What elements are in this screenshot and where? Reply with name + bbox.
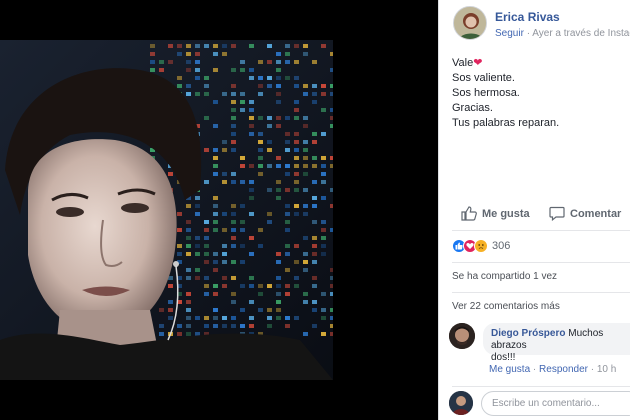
comment-bubble-icon xyxy=(549,206,565,221)
comment-time[interactable]: 10 h xyxy=(597,364,616,375)
media-viewer xyxy=(0,0,438,420)
post-text: Vale❤ Sos valiente. Sos hermosa. Gracias… xyxy=(452,56,624,131)
meta-separator: · xyxy=(532,364,537,375)
comment-bubble: Diego Próspero Muchos abrazos dos!!! xyxy=(483,323,630,363)
comment-button[interactable]: Comentar xyxy=(549,206,621,221)
divider xyxy=(452,230,630,231)
author-avatar[interactable] xyxy=(453,6,487,40)
heart-emoji-icon: ❤ xyxy=(473,57,483,69)
reaction-count: 306 xyxy=(492,240,511,252)
divider xyxy=(452,386,630,387)
post-actions: Me gusta Comentar xyxy=(439,200,630,228)
follow-link[interactable]: Seguir xyxy=(495,28,524,39)
comment-reply-link[interactable]: Responder xyxy=(539,364,588,375)
post-line-4: Gracias. xyxy=(452,102,493,114)
shares-count[interactable]: Se ha compartido 1 vez xyxy=(452,271,557,282)
photo-image xyxy=(0,40,333,380)
comment-like-link[interactable]: Me gusta xyxy=(489,364,530,375)
current-user-avatar xyxy=(449,391,473,415)
author-name[interactable]: Erica Rivas xyxy=(495,10,560,24)
commenter-name[interactable]: Diego Próspero xyxy=(491,328,565,339)
write-comment xyxy=(449,391,630,417)
post-sidebar: Erica Rivas Seguir · Ayer a través de In… xyxy=(438,0,630,420)
comment-label: Comentar xyxy=(570,207,622,220)
comment: Diego Próspero Muchos abrazos dos!!! Me … xyxy=(449,323,630,383)
post-meta: Seguir · Ayer a través de Instagram xyxy=(495,28,630,39)
post-header: Erica Rivas Seguir · Ayer a través de In… xyxy=(453,6,630,42)
like-button[interactable]: Me gusta xyxy=(461,206,530,221)
post-time-source[interactable]: Ayer a través de Instagram xyxy=(532,28,630,39)
post-line-3: Sos hermosa. xyxy=(452,87,520,99)
sad-icon xyxy=(474,239,488,253)
comment-meta: Me gusta · Responder · 10 h xyxy=(489,364,616,375)
comment-text-2: dos!!! xyxy=(491,352,516,363)
commenter-avatar[interactable] xyxy=(449,323,475,349)
reactions-summary[interactable]: 306 xyxy=(452,238,510,254)
thumbs-up-icon xyxy=(461,206,477,221)
view-more-comments-link[interactable]: Ver 22 comentarios más xyxy=(452,301,560,312)
meta-separator: · xyxy=(590,364,595,375)
divider xyxy=(452,262,630,263)
divider xyxy=(452,292,630,293)
post-line-1: Vale❤ xyxy=(452,57,483,69)
post-line-2: Sos valiente. xyxy=(452,72,515,84)
like-label: Me gusta xyxy=(482,207,530,220)
comment-input[interactable] xyxy=(481,391,630,416)
meta-separator: · xyxy=(526,28,531,39)
post-photo[interactable] xyxy=(0,40,333,380)
post-line-5: Tus palabras reparan. xyxy=(452,117,560,129)
